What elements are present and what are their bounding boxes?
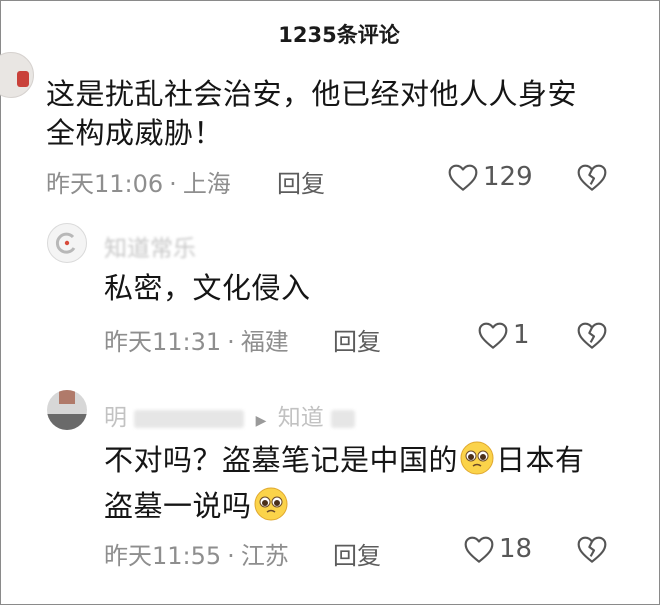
- comment-time: 昨天11:55: [104, 542, 222, 570]
- dislike-button[interactable]: [576, 534, 608, 568]
- heart-outline-icon: [478, 322, 508, 349]
- comment-location: 江苏: [240, 542, 289, 570]
- comment-author[interactable]: 明 ▶ 知道: [104, 398, 356, 432]
- reply-button[interactable]: 回复: [333, 536, 381, 571]
- broken-heart-icon: [577, 322, 607, 349]
- broken-heart-icon: [577, 164, 607, 191]
- comment-time: 昨天11:06: [46, 170, 164, 198]
- comment-text: 这是扰乱社会治安，他已经对他人人身安 全构成威胁！: [46, 77, 578, 150]
- comment-count-title: 1235条评论: [278, 23, 400, 47]
- reply-arrow-icon: ▶: [255, 413, 267, 429]
- heart-outline-icon: [464, 536, 494, 563]
- comment-location: 福建: [240, 328, 289, 356]
- separator: ·: [169, 170, 177, 198]
- like-button[interactable]: 129: [447, 162, 533, 192]
- heart-outline-icon: [448, 164, 478, 191]
- like-count: 18: [499, 534, 533, 564]
- like-button[interactable]: 18: [463, 534, 532, 564]
- dislike-button[interactable]: [576, 320, 608, 354]
- pleading-face-emoji: [459, 440, 495, 486]
- comment-meta: 昨天11:31 · 福建: [104, 322, 289, 357]
- pleading-face-emoji: [253, 486, 289, 532]
- comment-text: 不对吗？盗墓笔记是中国的 日本有 盗墓一说吗: [104, 440, 585, 532]
- like-count: 1: [513, 320, 530, 350]
- like-button[interactable]: 1: [477, 320, 530, 350]
- comment-text: 私密，文化侵入: [104, 271, 311, 305]
- separator: ·: [227, 542, 235, 570]
- avatar[interactable]: [47, 390, 87, 430]
- comment-meta: 昨天11:55 · 江苏: [104, 536, 289, 571]
- avatar[interactable]: [47, 223, 87, 263]
- reply-button[interactable]: 回复: [277, 164, 325, 199]
- reply-button[interactable]: 回复: [333, 322, 381, 357]
- comment-meta: 昨天11:06 · 上海: [46, 164, 231, 199]
- comment-time: 昨天11:31: [104, 328, 222, 356]
- separator: ·: [227, 328, 235, 356]
- like-count: 129: [483, 162, 533, 192]
- dislike-button[interactable]: [576, 162, 608, 196]
- comment-author[interactable]: 知道常乐: [104, 229, 196, 263]
- reply-to-author[interactable]: 知道: [278, 405, 324, 431]
- broken-heart-icon: [577, 536, 607, 563]
- avatar-logo: [55, 232, 76, 254]
- comment-location: 上海: [182, 170, 231, 198]
